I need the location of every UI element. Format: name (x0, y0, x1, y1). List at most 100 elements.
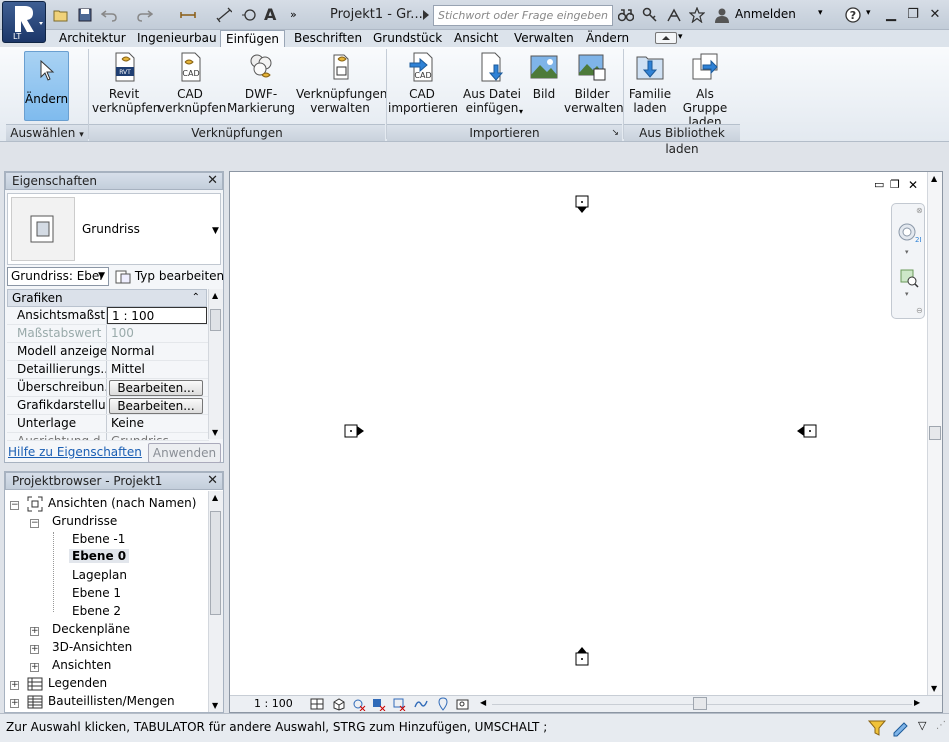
steering-wheel-2d-icon[interactable]: 2D (897, 222, 921, 246)
scrollbar-thumb[interactable] (929, 426, 941, 440)
scroll-up-icon[interactable]: ▲ (931, 174, 937, 183)
tree-item-schedules[interactable]: Bauteillisten/Mengen (48, 694, 175, 708)
search-input[interactable]: Stichwort oder Frage eingeben (433, 5, 613, 26)
elevation-marker-east[interactable] (795, 424, 817, 438)
tree-item-level[interactable]: Lageplan (72, 568, 127, 582)
scroll-down-icon[interactable]: ▼ (931, 684, 937, 693)
scroll-down-icon[interactable]: ▼ (212, 701, 218, 710)
load-as-group-button[interactable]: Als Gruppe laden (675, 51, 735, 129)
binoculars-icon[interactable] (618, 7, 634, 23)
property-value[interactable]: Normal (107, 343, 207, 360)
aligned-dimension-icon[interactable] (216, 7, 232, 23)
elevation-marker-south[interactable] (575, 645, 589, 667)
select-dropdown-icon[interactable]: ▾ (79, 130, 84, 140)
expand-ceiling-plans-icon[interactable]: + (30, 627, 39, 636)
tree-item-3d-views[interactable]: 3D-Ansichten (52, 640, 132, 654)
tag-icon[interactable] (241, 7, 257, 23)
tab-grundstueck[interactable]: Grundstück (368, 30, 447, 47)
application-menu-button[interactable]: LT (2, 1, 46, 43)
show-crop-region-icon[interactable] (414, 697, 428, 711)
tree-item-level[interactable]: Ebene 2 (72, 604, 121, 618)
help-dropdown-icon[interactable]: ▾ (866, 8, 871, 18)
resize-grip-icon[interactable]: ⋰ (936, 720, 946, 731)
expand-schedules-icon[interactable]: + (10, 699, 19, 708)
minimize-window-button[interactable]: ▁ (882, 6, 900, 24)
properties-scrollbar[interactable]: ▲ ▼ (208, 289, 223, 439)
apply-button[interactable]: Anwenden (148, 443, 221, 463)
editable-only-icon[interactable] (892, 719, 910, 737)
ribbon-minimize-icon[interactable] (655, 32, 677, 44)
text-icon[interactable]: A (264, 7, 280, 23)
tab-einfuegen[interactable]: Einfügen (220, 30, 285, 48)
open-icon[interactable] (53, 7, 69, 23)
view-close-icon[interactable]: ✕ (908, 179, 922, 191)
tree-item-floorplans[interactable]: Grundrisse (52, 514, 117, 528)
scrollbar-thumb[interactable] (210, 511, 221, 615)
temporary-hide-icon[interactable] (436, 697, 450, 711)
view-minimize-icon[interactable]: ▭ (874, 179, 888, 190)
manage-images-button[interactable]: Bilder verwalten (564, 51, 624, 115)
close-properties-icon[interactable]: ✕ (207, 173, 218, 189)
tree-item-ceiling-plans[interactable]: Deckenpläne (52, 622, 130, 636)
insert-from-file-button[interactable]: Aus Datei einfügen (460, 51, 524, 115)
expand-elevations-icon[interactable]: + (30, 663, 39, 672)
tree-item-views[interactable]: Ansichten (nach Namen) (48, 496, 196, 510)
nav-bar-options-icon[interactable]: ⊖ (916, 306, 923, 315)
zoom-region-icon[interactable] (899, 268, 919, 288)
drawing-canvas[interactable]: ▭ ❐ ✕ ⊗ 2D ▾ ▾ ⊖ ▲ ▼ 1 : 100 ◀ ▶ (229, 171, 943, 713)
property-value[interactable]: Keine (107, 415, 207, 432)
canvas-vertical-scrollbar[interactable]: ▲ ▼ (927, 172, 942, 695)
instance-filter-select[interactable]: Grundriss: Eber ▼ (7, 267, 109, 286)
help-icon[interactable]: ? (845, 7, 861, 23)
scroll-down-icon[interactable]: ▼ (212, 428, 218, 437)
expand-legends-icon[interactable]: + (10, 681, 19, 690)
scrollbar-thumb[interactable] (210, 309, 221, 331)
tab-aendern[interactable]: Ändern (581, 30, 634, 47)
measure-icon[interactable] (180, 7, 196, 23)
reveal-hidden-icon[interactable] (456, 697, 470, 711)
scroll-up-icon[interactable]: ▲ (212, 291, 218, 300)
collapse-floorplans-icon[interactable]: − (30, 519, 39, 528)
close-window-button[interactable]: ✕ (926, 6, 944, 24)
type-selector[interactable]: Grundriss ▼ (7, 193, 221, 265)
instance-filter-dropdown-icon[interactable]: ▼ (98, 268, 105, 285)
dwf-markup-button[interactable]: DWF- Markierung (226, 51, 296, 115)
cad-link-button[interactable]: CAD CAD verknüpfen (158, 51, 226, 115)
tab-beschriften[interactable]: Beschriften (289, 30, 367, 47)
tree-item-level[interactable]: Ebene -1 (72, 532, 125, 546)
image-button[interactable]: Bild (526, 51, 562, 101)
nav-bar-close-icon[interactable]: ⊗ (916, 206, 923, 215)
properties-help-link[interactable]: Hilfe zu Eigenschaften (8, 445, 142, 459)
load-family-button[interactable]: Familie laden (625, 51, 675, 115)
undo-icon[interactable] (101, 7, 117, 23)
tab-ingenieurbau[interactable]: Ingenieurbau (132, 30, 222, 47)
sign-in-button[interactable]: Anmelden (735, 7, 796, 21)
import-panel-launcher-icon[interactable]: ↘ (611, 125, 619, 141)
communication-icon[interactable] (666, 7, 682, 23)
sun-path-off-icon[interactable] (352, 697, 366, 711)
group-header-graphics[interactable]: Grafiken ⌃ (7, 289, 207, 307)
collapse-views-icon[interactable]: − (10, 501, 19, 510)
qat-overflow-icon[interactable]: » (290, 7, 306, 23)
sign-in-dropdown-icon[interactable]: ▾ (818, 8, 823, 18)
filter-selection-icon[interactable] (868, 719, 886, 737)
manage-links-button[interactable]: Verknüpfungen verwalten (296, 51, 387, 115)
tab-ansicht[interactable]: Ansicht (449, 30, 503, 47)
favorites-star-icon[interactable] (689, 7, 705, 23)
zoom-dropdown-icon[interactable]: ▾ (905, 290, 909, 298)
insert-from-file-dropdown-icon[interactable]: ▾ (519, 107, 523, 116)
tree-item-level[interactable]: Ebene 1 (72, 586, 121, 600)
scroll-up-icon[interactable]: ▲ (212, 493, 218, 502)
close-browser-icon[interactable]: ✕ (207, 473, 218, 489)
wheel-dropdown-icon[interactable]: ▾ (905, 248, 909, 256)
shadows-off-icon[interactable] (372, 697, 386, 711)
hscroll-left-icon[interactable]: ◀ (480, 698, 486, 707)
browser-scrollbar[interactable]: ▲ ▼ (208, 491, 223, 712)
elevation-marker-north[interactable] (575, 195, 589, 215)
hscroll-right-icon[interactable]: ▶ (914, 698, 920, 707)
modify-button[interactable]: Ändern (24, 51, 69, 121)
cad-import-button[interactable]: CAD CAD importieren (388, 51, 458, 115)
hscroll-thumb[interactable] (693, 697, 707, 710)
tab-architektur[interactable]: Architektur (54, 30, 131, 47)
crop-view-icon[interactable] (392, 697, 406, 711)
